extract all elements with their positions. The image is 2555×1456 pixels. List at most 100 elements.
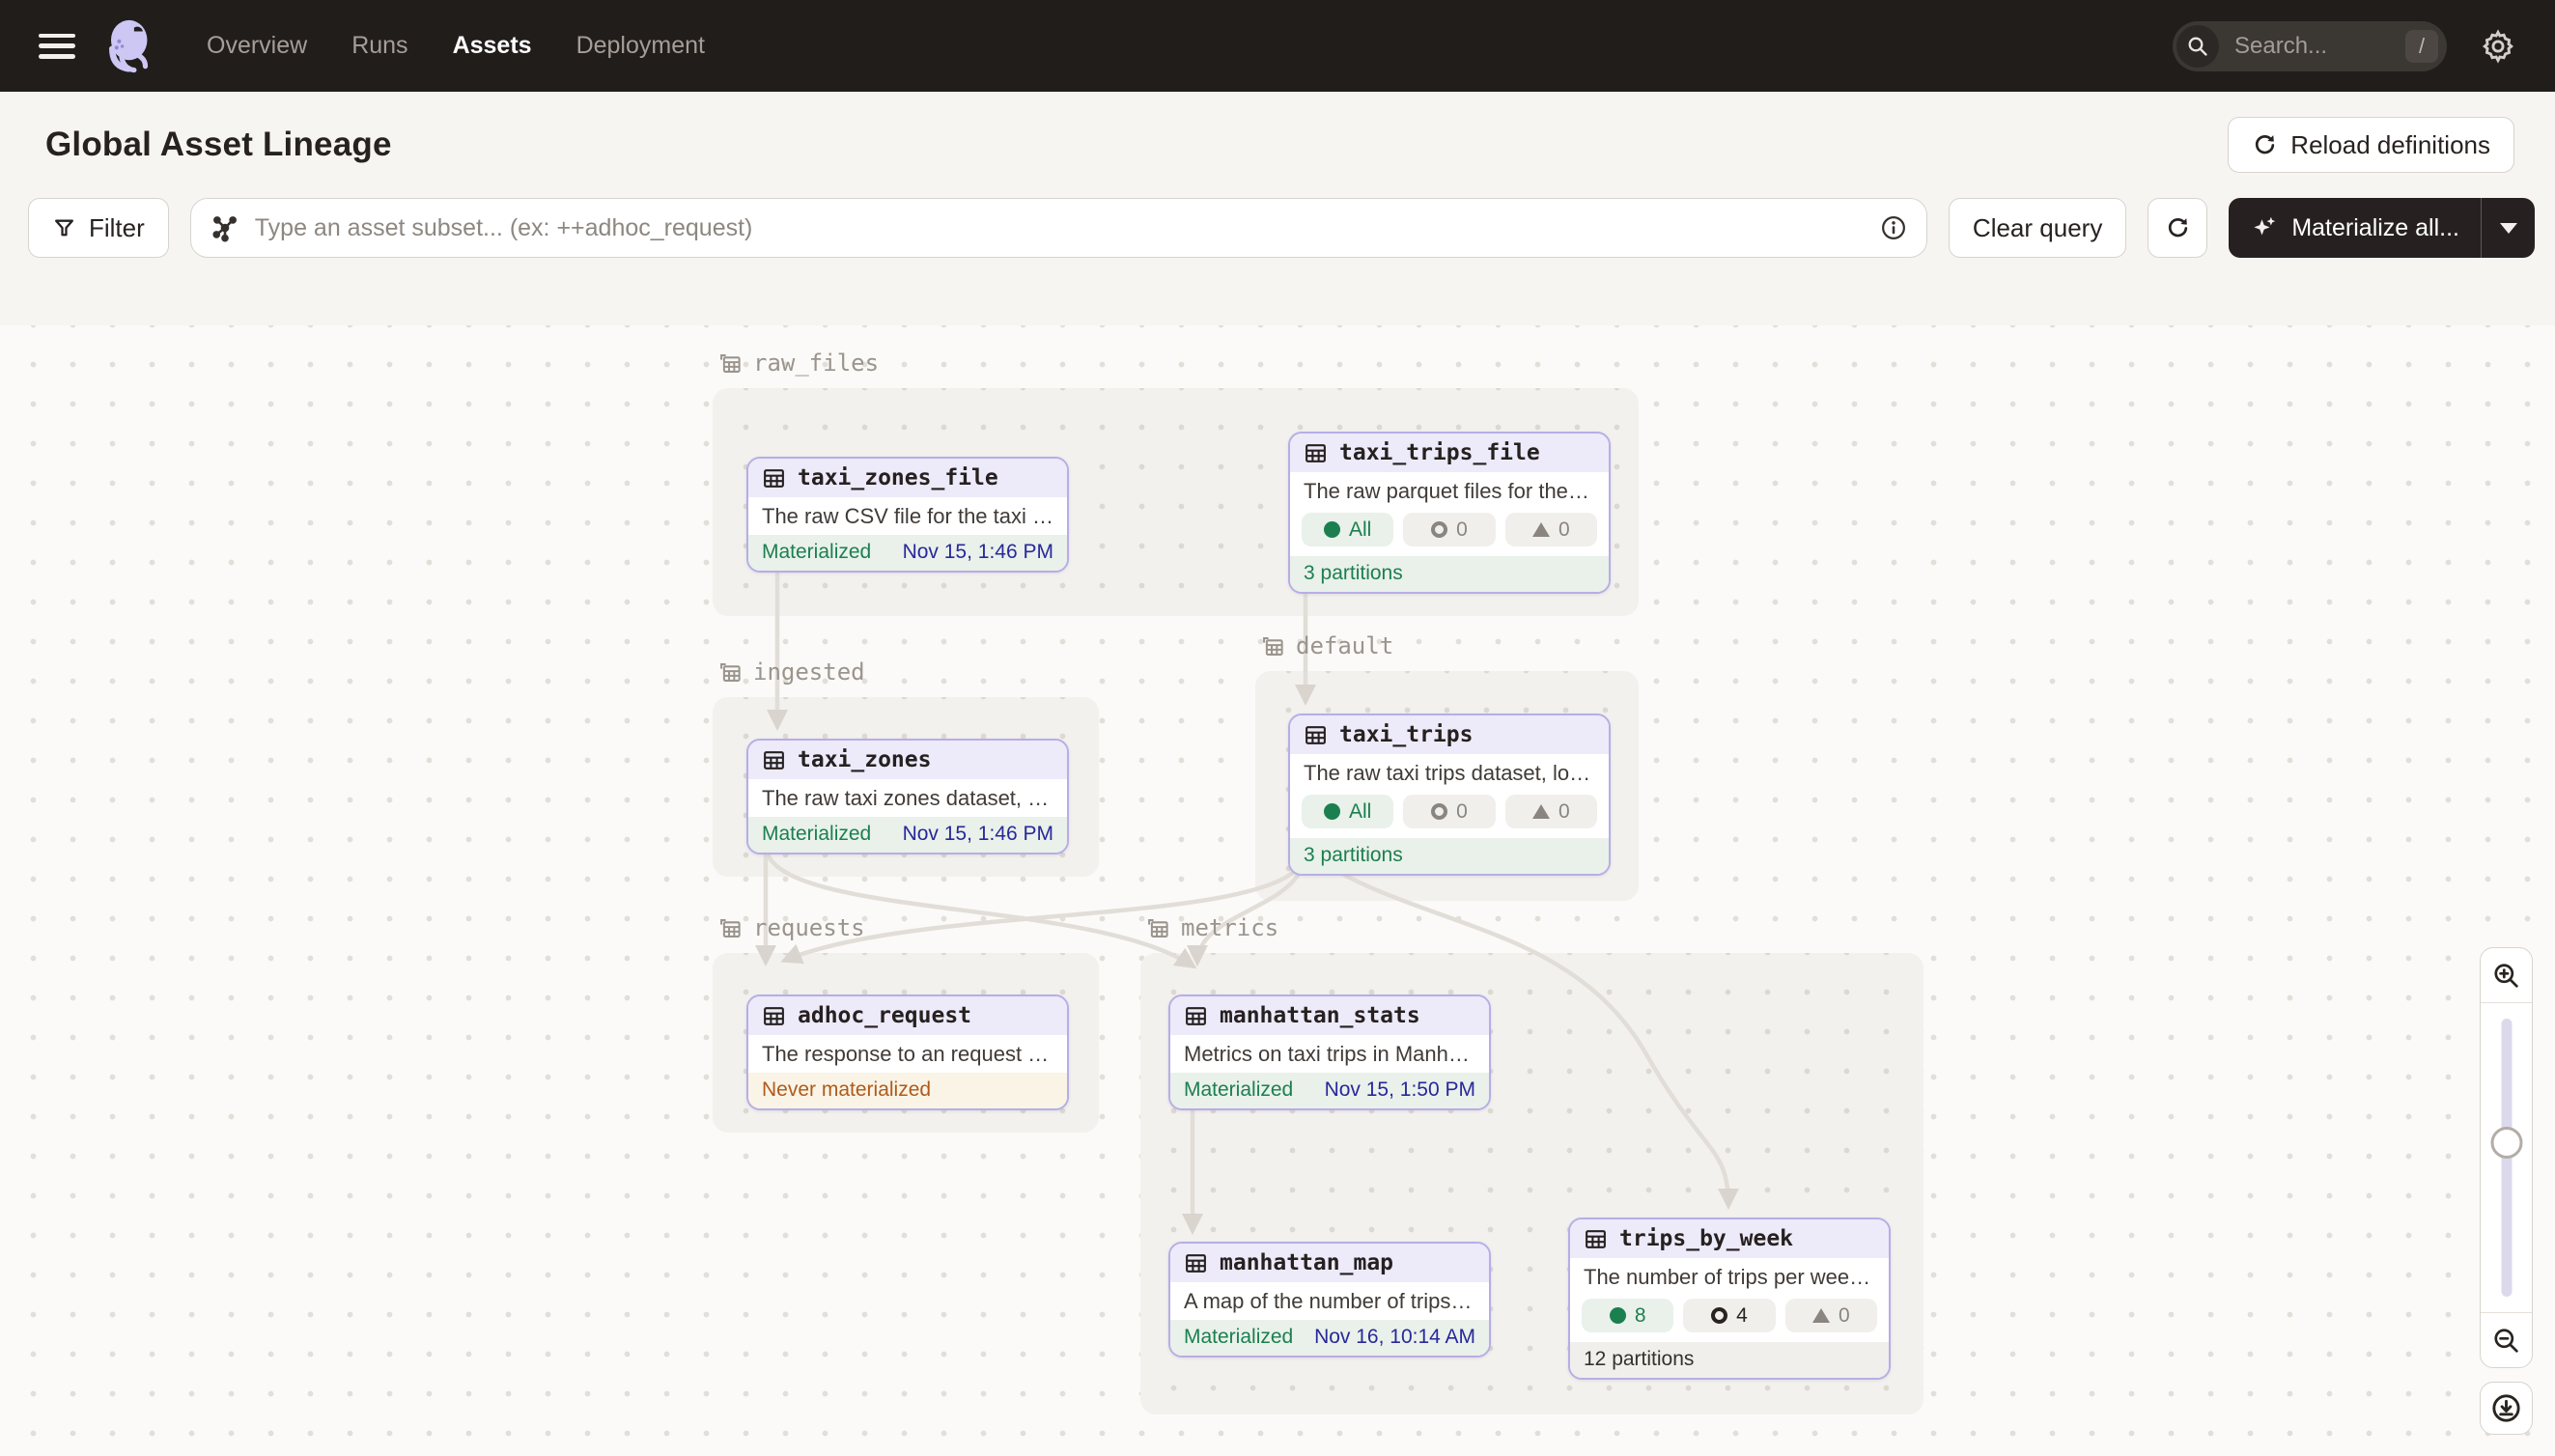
menu-icon[interactable] — [39, 34, 75, 59]
partition-pill[interactable]: 8 — [1582, 1299, 1673, 1332]
asset-name: trips_by_week — [1619, 1226, 1793, 1251]
partition-health-pills: All 00 — [1290, 510, 1609, 556]
partition-pill[interactable]: 0 — [1505, 795, 1597, 828]
asset-node-taxi_trips[interactable]: taxi_trips The raw taxi trips dataset, lo… — [1288, 714, 1611, 876]
asset-node-adhoc_request[interactable]: adhoc_requestThe response to an request … — [746, 994, 1069, 1110]
partition-pill[interactable]: 0 — [1403, 795, 1495, 828]
nav-link-deployment[interactable]: Deployment — [576, 32, 705, 60]
zoom-in-button[interactable] — [2481, 948, 2532, 1002]
asset-name: manhattan_stats — [1220, 1003, 1420, 1028]
materialization-timestamp[interactable]: Nov 15, 1:46 PM — [903, 823, 1053, 846]
asset-description: A map of the number of trips per taxi z.… — [1170, 1282, 1489, 1320]
filter-button[interactable]: Filter — [28, 198, 169, 258]
materialize-all-button[interactable]: Materialize all... — [2229, 198, 2481, 258]
zoom-slider-handle[interactable] — [2490, 1127, 2522, 1159]
partitions-count: 3 partitions — [1304, 844, 1403, 867]
asset-description: The number of trips per week, aggreg... — [1570, 1258, 1889, 1296]
asset-query-input[interactable] — [253, 213, 1867, 243]
clear-query-button[interactable]: Clear query — [1949, 198, 2126, 258]
reload-icon — [2252, 132, 2278, 158]
zoom-out-icon — [2491, 1326, 2521, 1356]
partition-pill[interactable]: 0 — [1785, 1299, 1877, 1332]
zoom-out-button[interactable] — [2481, 1313, 2532, 1367]
materialization-timestamp[interactable]: Nov 16, 10:14 AM — [1314, 1326, 1475, 1349]
lineage-toolbar: Filter Clear query Materialize all... — [0, 173, 2555, 258]
asset-node-header: taxi_trips_file — [1290, 434, 1609, 472]
asset-description: The raw taxi trips dataset, loaded into … — [1290, 754, 1609, 792]
asset-group-label-default[interactable]: default — [1259, 632, 1393, 659]
materialization-timestamp[interactable]: Nov 15, 1:50 PM — [1325, 1078, 1475, 1102]
asset-description: The raw taxi zones dataset, loaded int..… — [748, 779, 1067, 817]
partitions-count: 3 partitions — [1304, 562, 1403, 585]
missing-ring-icon — [1711, 1307, 1727, 1324]
zoom-in-icon — [2491, 961, 2521, 991]
materialized-dot-icon — [1610, 1307, 1626, 1324]
asset-node-taxi_zones[interactable]: taxi_zones The raw taxi zones dataset, lo… — [746, 739, 1069, 854]
top-nav: Overview Runs Assets Deployment / — [0, 0, 2555, 92]
dagster-logo-icon[interactable] — [100, 16, 160, 76]
table-icon — [762, 1004, 786, 1028]
status-badge: Materialized — [1184, 1078, 1293, 1102]
zoom-slider — [2481, 1002, 2532, 1313]
partition-pill[interactable]: All — [1302, 513, 1393, 546]
asset-group-icon — [716, 659, 743, 686]
failed-triangle-icon — [1532, 522, 1550, 537]
nav-link-overview[interactable]: Overview — [207, 32, 307, 60]
asset-status-footer: Never materialized — [748, 1073, 1067, 1108]
table-icon — [762, 466, 786, 490]
lineage-canvas[interactable]: raw_files ingested default requests metrics t… — [0, 325, 2555, 1456]
asset-query-box[interactable] — [190, 198, 1927, 258]
asset-node-manhattan_map[interactable]: manhattan_mapA map of the number of trip… — [1168, 1242, 1491, 1358]
materialization-timestamp[interactable]: Nov 15, 1:46 PM — [903, 541, 1053, 564]
asset-description: The raw CSV file for the taxi zones dat.… — [748, 497, 1067, 535]
reload-definitions-button[interactable]: Reload definitions — [2228, 117, 2514, 173]
page-header: Global Asset Lineage Reload definitions … — [0, 92, 2555, 325]
asset-node-manhattan_stats[interactable]: manhattan_stats Metrics on taxi trips in … — [1168, 994, 1491, 1110]
global-search[interactable]: / — [2173, 21, 2447, 71]
table-icon — [1304, 723, 1328, 747]
settings-gear-icon[interactable] — [2480, 28, 2516, 65]
partition-pill[interactable]: 4 — [1683, 1299, 1775, 1332]
info-icon[interactable] — [1880, 214, 1907, 241]
refresh-button[interactable] — [2148, 198, 2207, 258]
asset-group-label-metrics[interactable]: metrics — [1144, 914, 1278, 941]
partition-pill[interactable]: All — [1302, 795, 1393, 828]
asset-node-taxi_zones_file[interactable]: taxi_zones_file The raw CSV file for the … — [746, 457, 1069, 573]
export-button[interactable] — [2480, 1382, 2533, 1435]
asset-status-footer: 3 partitions — [1290, 556, 1609, 592]
partition-pill[interactable]: 0 — [1403, 513, 1495, 546]
asset-group-label-requests[interactable]: requests — [716, 914, 865, 941]
asset-status-footer: MaterializedNov 15, 1:46 PM — [748, 535, 1067, 571]
asset-graph-icon — [211, 213, 239, 242]
asset-group-label-raw_files[interactable]: raw_files — [716, 350, 879, 377]
asset-description: Metrics on taxi trips in Manhattan — [1170, 1035, 1489, 1073]
asset-node-header: manhattan_map — [1170, 1244, 1489, 1282]
search-shortcut-badge: / — [2405, 30, 2438, 63]
asset-name: taxi_zones_file — [798, 465, 998, 490]
asset-status-footer: Materialized Nov 15, 1:46 PM — [748, 817, 1067, 853]
asset-status-footer: Materialized Nov 16, 10:14 AM — [1170, 1320, 1489, 1356]
asset-name: taxi_trips — [1339, 722, 1473, 747]
materialize-all-split-button: Materialize all... — [2229, 198, 2535, 258]
asset-node-header: taxi_zones — [748, 741, 1067, 779]
status-badge: Materialized — [762, 823, 871, 846]
materialize-options-button[interactable] — [2481, 198, 2535, 258]
asset-group-icon — [716, 915, 743, 941]
status-badge: Materialized — [1184, 1326, 1293, 1349]
asset-name: taxi_zones — [798, 747, 931, 772]
asset-group-icon — [1259, 633, 1285, 659]
asset-node-header: adhoc_request — [748, 996, 1067, 1035]
nav-link-runs[interactable]: Runs — [351, 32, 407, 60]
nav-links: Overview Runs Assets Deployment — [207, 32, 705, 60]
asset-group-label-ingested[interactable]: ingested — [716, 658, 865, 686]
asset-node-header: taxi_zones_file — [748, 459, 1067, 497]
asset-node-trips_by_week[interactable]: trips_by_week The number of trips per wee… — [1568, 1218, 1891, 1380]
asset-node-taxi_trips_file[interactable]: taxi_trips_fileThe raw parquet files for… — [1288, 432, 1611, 594]
partitions-count: 12 partitions — [1584, 1348, 1694, 1371]
failed-triangle-icon — [1532, 804, 1550, 819]
partition-pill[interactable]: 0 — [1505, 513, 1597, 546]
asset-node-header: taxi_trips — [1290, 715, 1609, 754]
asset-description: The raw parquet files for the taxi trips… — [1290, 472, 1609, 510]
nav-link-assets[interactable]: Assets — [453, 32, 532, 60]
asset-group-icon — [716, 350, 743, 377]
